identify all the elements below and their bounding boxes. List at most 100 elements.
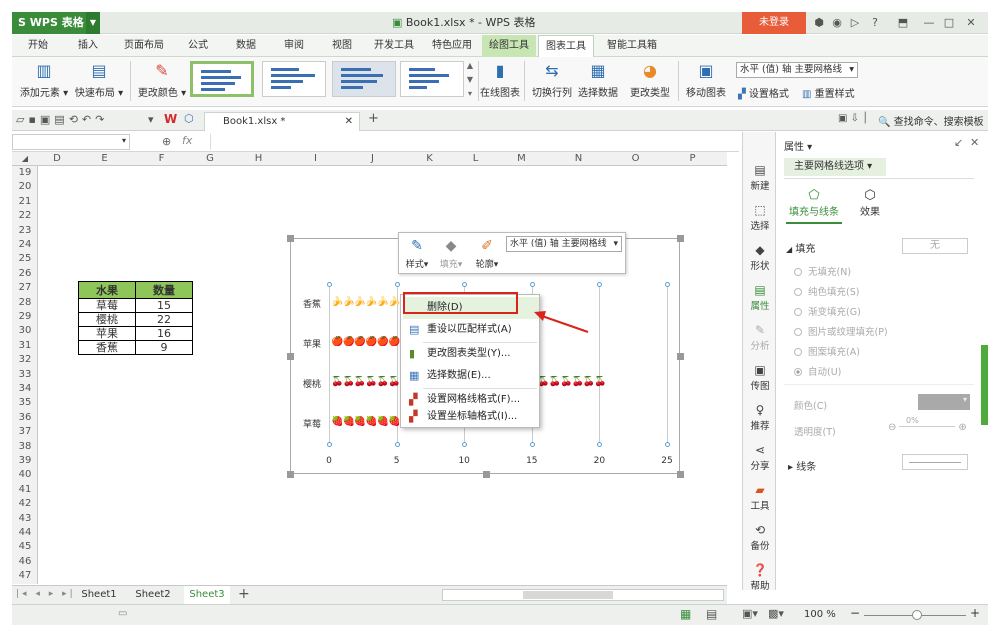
normal-view-icon[interactable]: ▦: [680, 607, 691, 621]
page-break-view-icon[interactable]: ▣▾: [742, 607, 758, 620]
select-all-corner[interactable]: ◢: [12, 152, 38, 166]
tab-smart-tools[interactable]: 智能工具箱: [600, 35, 664, 57]
chart-style-4[interactable]: [400, 61, 464, 97]
zoom-slider-thumb[interactable]: [912, 610, 922, 620]
table-cell[interactable]: 9: [135, 340, 193, 355]
resize-handle[interactable]: [677, 235, 684, 242]
row-header[interactable]: 46: [12, 555, 38, 569]
outline-button[interactable]: ✐ 轮廓▾: [473, 235, 501, 270]
side-properties[interactable]: ▤ 属性: [743, 282, 777, 312]
menu-item-select-data[interactable]: ▦ 选择数据(E)...: [403, 365, 539, 387]
column-header[interactable]: P: [664, 152, 721, 166]
restore-panel-icon[interactable]: ⬒: [896, 16, 910, 30]
gridline-handle[interactable]: [462, 442, 468, 447]
login-button[interactable]: 未登录: [742, 12, 806, 34]
table-cell[interactable]: 草莓: [78, 298, 136, 313]
resize-handle[interactable]: [287, 471, 294, 478]
column-header[interactable]: N: [550, 152, 607, 166]
tab-effect[interactable]: ⬡ 效果: [852, 188, 888, 218]
row-header[interactable]: 37: [12, 425, 38, 439]
row-header[interactable]: 22: [12, 209, 38, 223]
column-header[interactable]: D: [38, 152, 76, 166]
tab-formulas[interactable]: 公式: [178, 35, 218, 57]
row-header[interactable]: 23: [12, 224, 38, 238]
row-header[interactable]: 28: [12, 296, 38, 310]
tab-chart-tools[interactable]: 图表工具: [538, 35, 594, 58]
line-section-header[interactable]: ▸ 线条: [788, 458, 816, 473]
row-header[interactable]: 25: [12, 252, 38, 266]
quick-layout-button[interactable]: ▤ 快速布局 ▾: [72, 61, 126, 99]
fill-option-solid[interactable]: 纯色填充(S): [794, 284, 859, 298]
status-icon[interactable]: ▭: [118, 608, 127, 619]
zoom-out-icon[interactable]: −: [850, 606, 860, 620]
row-header[interactable]: 29: [12, 310, 38, 324]
row-header[interactable]: 31: [12, 339, 38, 353]
gridline-handle[interactable]: [665, 282, 670, 287]
column-header[interactable]: J: [344, 152, 401, 166]
gridline-handle[interactable]: [597, 442, 603, 447]
help-icon[interactable]: ?: [868, 16, 882, 30]
row-header[interactable]: 32: [12, 353, 38, 367]
gridline[interactable]: [667, 285, 668, 445]
side-new[interactable]: ▤ 新建: [743, 162, 777, 192]
sheet-tab[interactable]: Sheet2: [130, 586, 176, 604]
row-header[interactable]: 26: [12, 267, 38, 281]
reading-mode-icon[interactable]: ▩▾: [768, 607, 784, 620]
style-button[interactable]: ✎ 样式▾: [403, 235, 431, 270]
row-header[interactable]: 45: [12, 540, 38, 554]
column-header[interactable]: G: [190, 152, 230, 166]
style-gallery-scroll[interactable]: ▲ ▼ ▾: [464, 59, 476, 101]
row-header[interactable]: 24: [12, 238, 38, 252]
chart-element-selector[interactable]: 水平 (值) 轴 主要网格线 ▾: [736, 62, 858, 78]
row-header[interactable]: 44: [12, 526, 38, 540]
side-select[interactable]: ⬚ 选择: [743, 202, 777, 232]
side-recommend[interactable]: ♀ 推荐: [743, 402, 777, 432]
gridline-handle[interactable]: [529, 282, 535, 287]
gridline-handle[interactable]: [597, 282, 603, 287]
set-format-button[interactable]: ▞ 设置格式: [738, 85, 789, 100]
resize-handle[interactable]: [483, 471, 490, 478]
gridline-handle[interactable]: [394, 442, 400, 447]
minimize-icon[interactable]: —: [922, 16, 936, 30]
panel-toggle[interactable]: [981, 345, 988, 425]
row-header[interactable]: 41: [12, 483, 38, 497]
chevron-down-icon[interactable]: ▼: [86, 12, 100, 34]
switch-row-col-button[interactable]: ⇆ 切换行列: [530, 61, 574, 99]
formula-input[interactable]: [210, 134, 736, 150]
new-tab-icon[interactable]: +: [368, 111, 379, 126]
column-header[interactable]: O: [607, 152, 664, 166]
panel-options-dropdown[interactable]: 主要网格线选项 ▾: [784, 158, 886, 176]
row-header[interactable]: 42: [12, 497, 38, 511]
row-header[interactable]: 39: [12, 454, 38, 468]
menu-item-format-axis[interactable]: ▞ 设置坐标轴格式(I)...: [403, 407, 539, 427]
table-cell[interactable]: 15: [135, 298, 193, 313]
gridline-handle[interactable]: [462, 282, 468, 287]
menu-item-change-chart-type[interactable]: ▮ 更改图表类型(Y)...: [403, 343, 539, 365]
table-header[interactable]: 水果: [78, 281, 136, 299]
row-header[interactable]: 34: [12, 382, 38, 396]
gridline-handle[interactable]: [327, 442, 332, 447]
share-icon[interactable]: ▷: [848, 16, 862, 30]
row-header[interactable]: 33: [12, 368, 38, 382]
tab-insert[interactable]: 插入: [68, 35, 108, 57]
resize-handle[interactable]: [287, 235, 294, 242]
cloud-icon[interactable]: ⬡: [184, 112, 194, 125]
fill-option-picture[interactable]: 图片或纹理填充(P): [794, 324, 888, 338]
fill-option-none[interactable]: 无填充(N): [794, 264, 851, 278]
chart-style-3[interactable]: [332, 61, 396, 97]
change-color-button[interactable]: ✎ 更改颜色 ▾: [134, 61, 190, 99]
column-header[interactable]: F: [133, 152, 190, 166]
doc-tab[interactable]: Book1.xlsx * ✕: [204, 112, 360, 131]
tab-home[interactable]: 开始: [18, 35, 58, 57]
row-header[interactable]: 35: [12, 396, 38, 410]
move-chart-button[interactable]: ▣ 移动图表: [684, 61, 728, 99]
side-analysis[interactable]: ✎ 分析: [743, 322, 777, 352]
gridline[interactable]: [599, 285, 601, 445]
row-header[interactable]: 20: [12, 180, 38, 194]
close-tab-icon[interactable]: ✕: [345, 113, 353, 131]
table-cell[interactable]: 樱桃: [78, 312, 136, 327]
skin-icon[interactable]: ⬢: [812, 16, 826, 30]
table-cell[interactable]: 苹果: [78, 326, 136, 341]
side-upload[interactable]: ▣ 传图: [743, 362, 777, 392]
dropdown-arrow-icon[interactable]: ▾: [148, 113, 154, 126]
